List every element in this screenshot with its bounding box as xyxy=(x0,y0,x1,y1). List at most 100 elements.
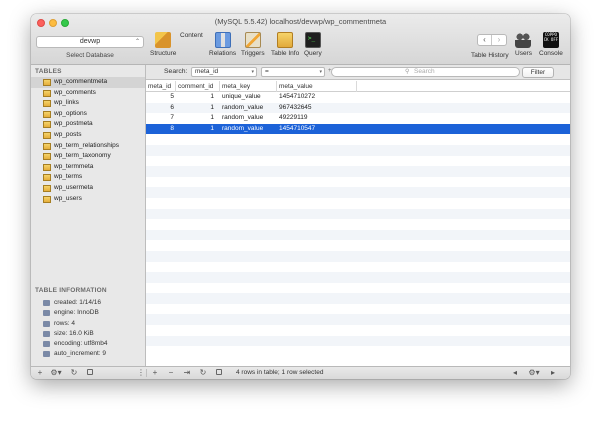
relations-tool-label: Relations xyxy=(209,50,237,57)
table-row[interactable]: 6 1 random_value 967432645 xyxy=(146,102,570,114)
console-tool-label: Console xyxy=(539,50,563,57)
table-icon xyxy=(43,131,51,139)
search-input[interactable]: ⚲ Search xyxy=(331,67,520,77)
empty-row xyxy=(146,166,570,177)
cell-comment-id[interactable]: 1 xyxy=(176,103,218,114)
users-tool-label: Users xyxy=(515,50,532,57)
duplicate-row-icon[interactable]: ⇥ xyxy=(181,367,193,379)
chevron-right-icon[interactable]: › xyxy=(492,35,506,45)
cell-comment-id[interactable]: 1 xyxy=(176,92,218,103)
next-page-icon[interactable]: ▸ xyxy=(547,367,559,379)
content-tool-label: Content xyxy=(180,32,203,39)
console-tool-button[interactable]: COPPO CK OFF Console xyxy=(539,32,563,57)
database-select[interactable]: devwp ⌃ xyxy=(36,36,144,48)
column-header-meta-id[interactable]: meta_id xyxy=(146,81,176,92)
table-info-tool-button[interactable]: Table Info xyxy=(271,32,299,57)
table-item-wp-users[interactable]: wp_users xyxy=(31,194,145,205)
structure-tool-label: Structure xyxy=(150,50,177,57)
table-item-wp-term-taxonomy[interactable]: wp_term_taxonomy xyxy=(31,151,145,162)
cell-meta-key[interactable]: random_value xyxy=(220,124,275,135)
cell-meta-value[interactable]: 967432645 xyxy=(277,103,357,114)
info-item-encoding: encoding: utf8mb4 xyxy=(31,339,145,349)
sidebar: TABLES wp_commentmeta wp_comments wp_lin… xyxy=(31,65,146,366)
table-item-label: wp_postmeta xyxy=(54,120,93,128)
info-item-engine: engine: InnoDB xyxy=(31,308,145,318)
triggers-tool-button[interactable]: Triggers xyxy=(241,32,265,57)
table-row-selected[interactable]: 8 1 random_value 1454710547 xyxy=(146,123,570,135)
table-icon xyxy=(43,100,51,108)
console-icon: COPPO CK OFF xyxy=(542,32,559,48)
search-operator-select[interactable]: = ▾ xyxy=(261,67,325,77)
cell-meta-key[interactable]: random_value xyxy=(220,103,275,114)
cell-meta-key[interactable]: unique_value xyxy=(220,92,275,103)
search-field-select[interactable]: meta_id ▾ xyxy=(191,67,257,77)
cell-meta-value[interactable]: 1454710272 xyxy=(277,92,357,103)
table-icon xyxy=(43,79,51,86)
cell-meta-id[interactable]: 8 xyxy=(146,124,176,135)
add-table-button[interactable]: + xyxy=(34,367,46,379)
add-row-button[interactable]: + xyxy=(149,367,161,379)
table-item-wp-comments[interactable]: wp_comments xyxy=(31,88,145,99)
table-item-wp-terms[interactable]: wp_terms xyxy=(31,172,145,183)
gear-icon[interactable]: ⚙▾ xyxy=(48,367,64,379)
query-tool-label: Query xyxy=(304,50,322,57)
table-item-wp-postmeta[interactable]: wp_postmeta xyxy=(31,119,145,130)
info-item-created: created: 1/14/16 xyxy=(31,298,145,308)
empty-row xyxy=(146,293,570,304)
query-icon xyxy=(304,32,321,48)
table-item-wp-posts[interactable]: wp_posts xyxy=(31,130,145,141)
table-item-wp-options[interactable]: wp_options xyxy=(31,109,145,120)
table-icon xyxy=(43,184,51,192)
bottom-bar: + ⚙▾ ↻ ⋮ + − ⇥ ↻ 4 rows in table; 1 row … xyxy=(31,366,570,379)
column-header-meta-key[interactable]: meta_key xyxy=(220,81,277,92)
table-item-label: wp_posts xyxy=(54,130,82,138)
content-grid: meta_id comment_id meta_key meta_value 5… xyxy=(146,81,570,351)
table-history-nav[interactable]: ‹ › xyxy=(477,34,507,46)
table-row[interactable]: 5 1 unique_value 1454710272 xyxy=(146,92,570,103)
table-row[interactable]: 7 1 random_value 49229119 xyxy=(146,113,570,124)
chevron-left-icon[interactable]: ‹ xyxy=(478,35,492,45)
table-item-wp-termmeta[interactable]: wp_termmeta xyxy=(31,162,145,173)
table-item-wp-term-relationships[interactable]: wp_term_relationships xyxy=(31,141,145,152)
cell-comment-id[interactable]: 1 xyxy=(176,113,218,124)
structure-tool-button[interactable]: Structure xyxy=(150,32,176,57)
table-list: wp_commentmeta wp_comments wp_links wp_o… xyxy=(31,77,145,204)
cell-comment-id[interactable]: 1 xyxy=(176,124,218,135)
cell-meta-key[interactable]: random_value xyxy=(220,113,275,124)
column-header-meta-value[interactable]: meta_value xyxy=(277,81,357,92)
refresh-icon[interactable]: ↻ xyxy=(197,367,209,379)
empty-row xyxy=(146,272,570,283)
content-pane: Search: meta_id ▾ = ▾ + ⚲ Search Filter … xyxy=(146,65,570,366)
empty-row xyxy=(146,229,570,241)
info-icon xyxy=(43,330,50,337)
app-window: (MySQL 5.5.42) localhost/devwp/wp_commen… xyxy=(31,14,570,379)
grid-body: 5 1 unique_value 1454710272 6 1 random_v… xyxy=(146,92,570,135)
chevron-updown-icon: ▾ xyxy=(319,69,322,75)
triggers-tool-label: Triggers xyxy=(241,50,265,57)
users-tool-button[interactable]: Users xyxy=(515,32,532,57)
pagination-icon[interactable] xyxy=(213,367,225,379)
filter-button[interactable]: Filter xyxy=(522,66,554,78)
info-item-label: encoding: utf8mb4 xyxy=(54,340,108,348)
table-item-label: wp_term_taxonomy xyxy=(54,152,111,160)
content-tool-button[interactable]: Content xyxy=(180,32,311,99)
table-item-label: wp_users xyxy=(54,194,82,202)
table-options-icon[interactable] xyxy=(84,367,96,379)
cell-meta-value[interactable]: 1454710547 xyxy=(277,124,357,135)
table-item-wp-links[interactable]: wp_links xyxy=(31,98,145,109)
column-header-comment-id[interactable]: comment_id xyxy=(176,81,220,92)
cell-meta-value[interactable]: 49229119 xyxy=(277,113,357,124)
relations-tool-button[interactable]: Relations xyxy=(209,32,236,57)
cell-meta-id[interactable]: 7 xyxy=(146,113,176,124)
gear-icon[interactable]: ⚙▾ xyxy=(526,367,542,379)
users-icon xyxy=(515,32,532,48)
remove-row-button[interactable]: − xyxy=(165,367,177,379)
cell-meta-id[interactable]: 6 xyxy=(146,103,176,114)
cell-meta-id[interactable]: 5 xyxy=(146,92,176,103)
table-item-wp-commentmeta[interactable]: wp_commentmeta xyxy=(31,77,145,88)
empty-row xyxy=(146,304,570,315)
refresh-tables-icon[interactable]: ↻ xyxy=(68,367,80,379)
previous-page-icon[interactable]: ◂ xyxy=(509,367,521,379)
table-item-wp-usermeta[interactable]: wp_usermeta xyxy=(31,183,145,194)
query-tool-button[interactable]: Query xyxy=(304,32,322,57)
